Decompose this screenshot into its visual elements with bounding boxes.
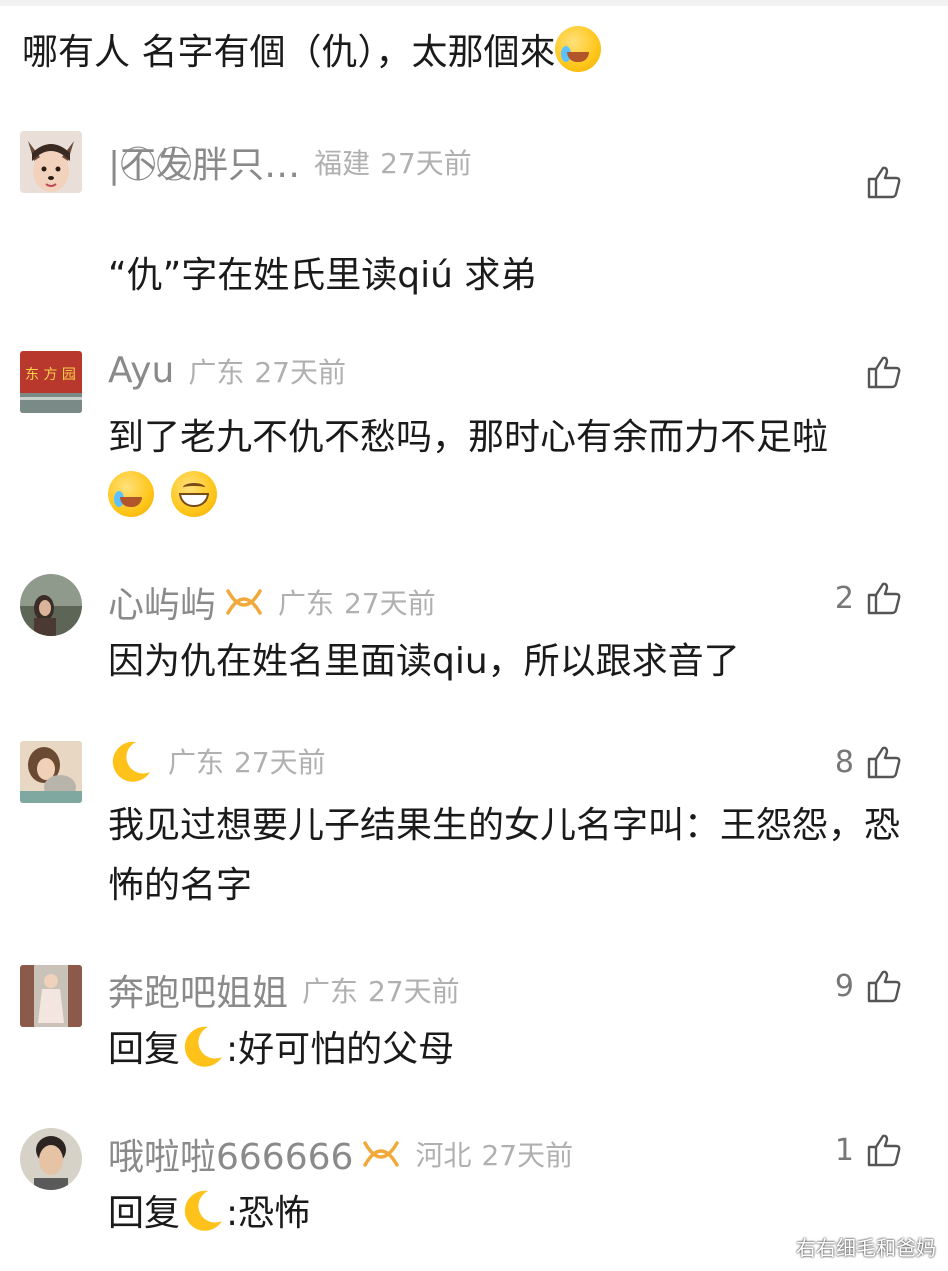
man-portrait-avatar-icon	[20, 1128, 82, 1190]
thumbs-up-icon	[867, 166, 901, 199]
region: 广东	[188, 355, 245, 389]
comment-text: 我见过想要儿子结果生的女儿名字叫：王怨怨，恐怖的名字	[108, 805, 901, 906]
laugh-cry-emoji-icon	[555, 26, 602, 72]
like-button[interactable]	[854, 164, 902, 200]
timestamp: 27天前	[234, 746, 326, 779]
reply-prefix: 回复	[108, 1193, 181, 1234]
region: 河北	[415, 1139, 472, 1172]
watermark: 右右细毛和爸妈	[796, 1236, 936, 1260]
avatar[interactable]	[20, 1128, 82, 1190]
timestamp: 27天前	[344, 587, 436, 620]
laugh-cry-emoji-icon	[108, 471, 154, 517]
like-button[interactable]	[854, 354, 902, 390]
like-button[interactable]: 1	[835, 1132, 902, 1168]
reply-text: :好可怕的父母	[226, 1029, 455, 1070]
comment-thread: 哪有人 名字有個（仇），太那個來 |不⃝发⃝胖只… 福建 27天前 “仇”字在姓…	[0, 0, 948, 1271]
timestamp: 27天前	[380, 147, 472, 180]
grin-emoji-icon	[171, 471, 218, 517]
vip-loop-badge-icon	[226, 589, 262, 615]
timestamp: 27天前	[254, 355, 346, 389]
comment-header: |不⃝发⃝胖只… 福建 27天前	[108, 136, 472, 188]
avatar[interactable]	[20, 574, 82, 636]
crescent-moon-icon	[112, 741, 150, 782]
girl-with-cat-avatar-icon	[20, 741, 82, 803]
comment-text: 因为仇在姓名里面读qiu，所以跟求音了	[108, 641, 740, 682]
reply-text: :恐怖	[226, 1193, 311, 1234]
thumbs-up-icon	[867, 356, 901, 389]
crescent-moon-icon[interactable]	[180, 1187, 226, 1233]
region: 广东	[302, 975, 359, 1008]
region: 广东	[168, 746, 225, 779]
region: 福建	[314, 147, 371, 180]
timestamp: 27天前	[368, 975, 460, 1008]
region: 广东	[278, 587, 335, 620]
comment-header: 哦啦啦666666 河北 27天前	[108, 1128, 573, 1180]
avatar[interactable]	[20, 965, 82, 1027]
red-banner-avatar-icon: 东 方 园	[20, 351, 82, 413]
comment-header: Ayu 广东 27天前	[108, 350, 346, 391]
crescent-moon-icon[interactable]	[180, 1023, 226, 1069]
like-button[interactable]: 9	[835, 968, 902, 1004]
comment-header: 广东 27天前	[108, 738, 326, 784]
comment-text-content: 到了老九不仇不愁吗，那时心有余而力不足啦	[108, 417, 829, 458]
avatar[interactable]	[20, 741, 82, 803]
woman-landscape-avatar-icon	[20, 574, 82, 636]
like-count: 8	[834, 744, 854, 780]
vip-loop-badge-icon	[363, 1141, 400, 1167]
post-text: 哪有人 名字有個（仇），太那個來	[22, 24, 602, 82]
post-text-content: 哪有人 名字有個（仇），太那個來	[22, 32, 556, 73]
reply-prefix: 回复	[108, 1029, 181, 1070]
like-button[interactable]: 8	[835, 744, 902, 780]
avatar[interactable]	[20, 131, 82, 193]
username[interactable]: 哦啦啦666666	[108, 1128, 353, 1180]
comment-header: 奔跑吧姐姐 广东 27天前	[108, 964, 460, 1016]
timestamp: 27天前	[481, 1139, 574, 1172]
like-count: 2	[834, 580, 854, 616]
dog-filter-girl-avatar-icon	[20, 131, 82, 193]
thumbs-up-icon	[867, 970, 901, 1003]
username[interactable]: 心屿屿	[108, 576, 216, 628]
comment-text: 到了老九不仇不愁吗，那时心有余而力不足啦	[108, 408, 908, 528]
username[interactable]: |不⃝发⃝胖只…	[108, 136, 300, 188]
comment-text: 回复 :好可怕的父母	[108, 1020, 908, 1080]
comment-header: 心屿屿 广东 27天前	[108, 576, 436, 628]
avatar[interactable]: 东 方 园	[20, 351, 82, 413]
woman-street-avatar-icon	[20, 965, 82, 1027]
thumbs-up-icon	[867, 1134, 901, 1167]
like-button[interactable]: 2	[835, 580, 902, 616]
thumbs-up-icon	[867, 746, 901, 779]
like-count: 1	[834, 1132, 854, 1168]
thumbs-up-icon	[867, 582, 901, 615]
top-divider	[0, 0, 948, 6]
like-count: 9	[834, 968, 854, 1004]
comment-text: “仇”字在姓氏里读qiú 求弟	[108, 255, 537, 296]
username[interactable]: Ayu	[108, 350, 174, 391]
username[interactable]: 奔跑吧姐姐	[108, 964, 288, 1016]
svg-text:东 方 园: 东 方 园	[25, 367, 76, 383]
comment-text: 回复 :恐怖	[108, 1184, 908, 1244]
